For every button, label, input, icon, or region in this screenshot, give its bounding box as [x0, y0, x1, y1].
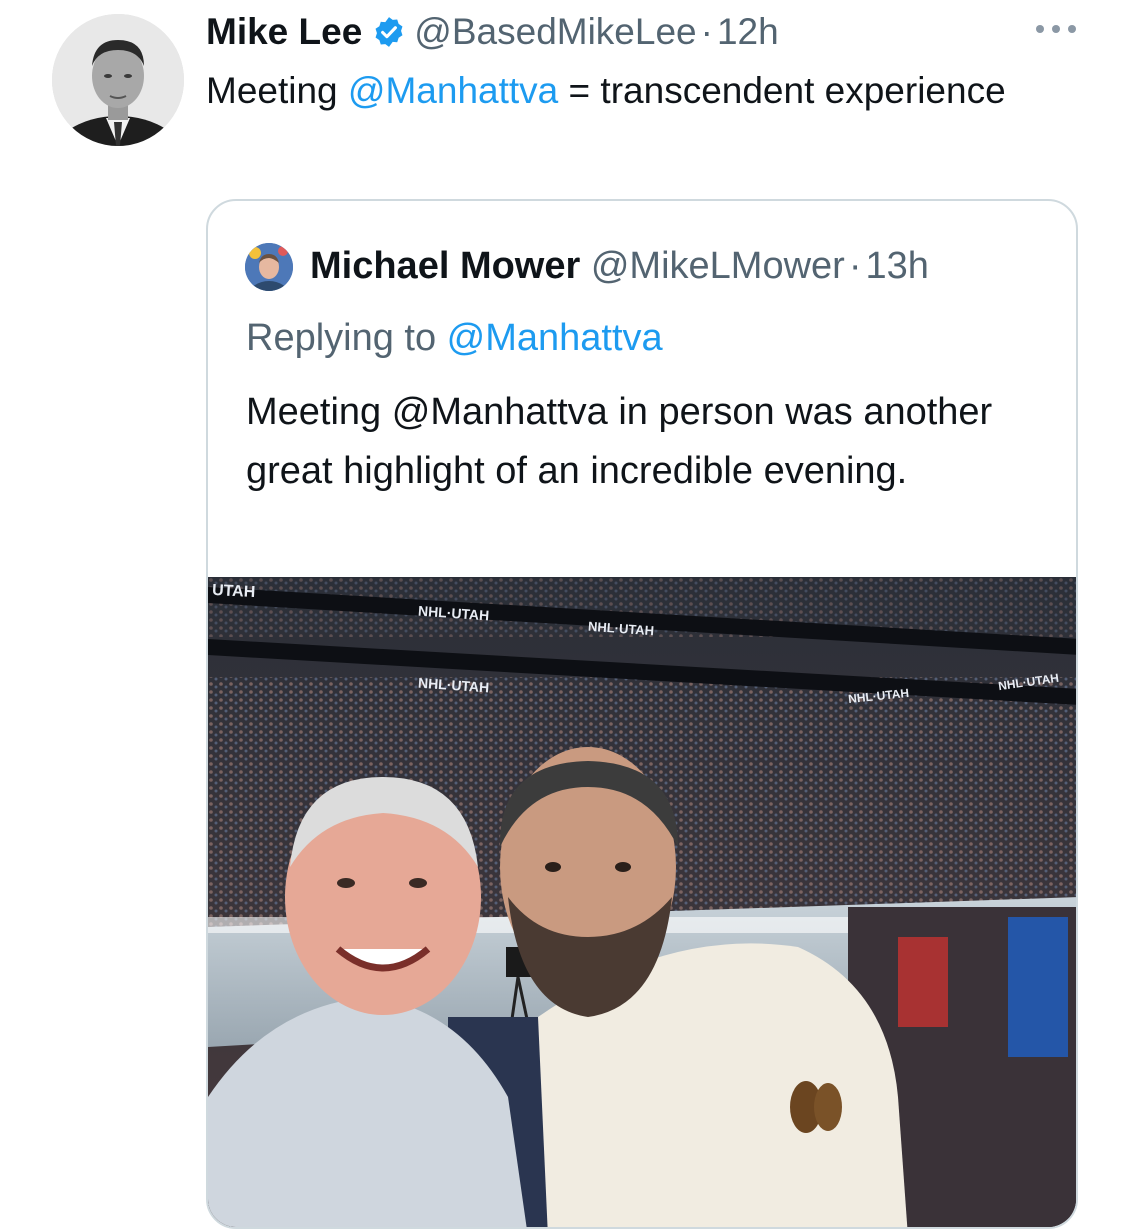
quote-timestamp[interactable]: 13h	[865, 245, 928, 287]
tweet-header: Mike Lee @BasedMikeLee · 12h	[206, 8, 779, 56]
arena-selfie-photo	[208, 577, 1076, 1227]
author-name[interactable]: Mike Lee	[206, 8, 362, 56]
author-avatar-image	[52, 14, 184, 146]
quote-author-avatar[interactable]	[245, 243, 293, 291]
quote-text: Meeting @Manhattva in person was another…	[246, 391, 993, 492]
replying-to-label: Replying to	[246, 317, 447, 359]
header-separator: ·	[700, 11, 713, 52]
quoted-tweet-card[interactable]: Michael Mower @MikeLMower · 13h Replying t…	[206, 199, 1078, 1229]
author-avatar[interactable]	[52, 14, 184, 146]
verified-badge-icon	[375, 17, 403, 47]
quote-header-separator: ·	[848, 245, 862, 287]
quote-author-name[interactable]: Michael Mower	[310, 245, 580, 287]
arena-banner-label: UTAH	[211, 581, 256, 602]
quote-author-handle[interactable]: @MikeLMower	[591, 245, 845, 287]
tweet-text: Meeting @Manhattva = transcendent experi…	[206, 62, 1086, 119]
quote-photo[interactable]: UTAH NHL·UTAH NHL·UTAH NHL·UTAH NHL·UTAH…	[208, 577, 1076, 1227]
more-options-icon[interactable]	[1036, 14, 1076, 44]
replying-to: Replying to @Manhattva	[246, 313, 663, 363]
replying-to-mention[interactable]: @Manhattva	[447, 317, 663, 359]
tweet-mention-link[interactable]: @Manhattva	[348, 70, 558, 111]
quote-author-avatar-image	[245, 243, 293, 291]
author-handle[interactable]: @BasedMikeLee	[414, 8, 696, 56]
quote-header: Michael Mower @MikeLMower · 13h	[310, 241, 929, 291]
tweet-text-prefix: Meeting	[206, 70, 348, 111]
tweet-timestamp[interactable]: 12h	[717, 8, 779, 56]
tweet-text-suffix: = transcendent experience	[558, 70, 1006, 111]
